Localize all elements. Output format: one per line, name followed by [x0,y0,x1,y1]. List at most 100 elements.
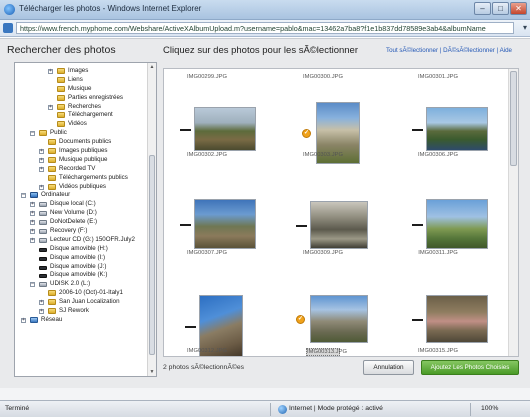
photo-grid-scrollbar[interactable] [508,69,518,356]
tree-item-label: Disque amovible (J:) [50,262,107,270]
tree-item-label: UDISK 2.0 (L:) [50,280,91,288]
tree-item[interactable]: + Images publiques [15,147,147,156]
ie-icon [4,4,15,15]
tree-item[interactable]: Liens [15,76,147,85]
tree-item[interactable]: Documents publics [15,138,147,147]
scroll-thumb[interactable] [149,155,155,355]
maximize-button[interactable]: □ [492,2,509,15]
tree-item[interactable]: + Images [15,67,147,76]
expand-icon[interactable]: + [48,104,53,110]
folder-icon [57,103,65,110]
scroll-thumb[interactable] [510,71,517,166]
tree-item-label: Documents publics [59,138,112,146]
expand-icon[interactable]: + [30,211,35,217]
expand-icon[interactable]: + [39,149,44,155]
unselected-marker-icon [412,129,423,131]
collapse-icon[interactable]: – [21,193,26,199]
tree-item[interactable]: Parties enregistrées [15,94,147,103]
cancel-button[interactable]: Annulation [363,360,414,375]
tree-item[interactable]: + Disque local (C:) [15,200,147,209]
tree-item[interactable]: + DoNotDelete (E:) [15,218,147,227]
blackdrive-icon [39,247,47,252]
collapse-icon[interactable]: – [30,282,35,288]
tree-item[interactable]: Musique [15,85,147,94]
expand-icon[interactable]: + [39,184,44,190]
tree-item[interactable]: Téléchargement [15,111,147,120]
tree-item[interactable]: – Public [15,129,147,138]
folder-icon [48,308,56,315]
tree-item[interactable]: + New Volume (D:) [15,209,147,218]
expand-icon[interactable]: + [39,300,44,306]
tree-item[interactable]: – UDISK 2.0 (L:) [15,280,147,289]
help-link[interactable]: | Aide [497,47,512,54]
tree-item-label: DoNotDelete (E:) [50,218,98,226]
scroll-down-icon[interactable]: ▼ [148,368,156,376]
tree-item[interactable]: Vidéos [15,120,147,129]
deselect-all-link[interactable]: DÃ©sÃ©lectionner [443,47,495,54]
scroll-up-icon[interactable]: ▲ [148,63,156,71]
tree-item[interactable]: 2006-10 (Oct)-01-Italy1 [15,289,147,298]
expand-icon[interactable]: + [39,166,44,172]
photo-thumbnail[interactable] [426,199,488,249]
minimize-button[interactable]: – [474,2,491,15]
status-text: Terminé [5,405,30,412]
folder-icon [57,112,65,119]
unselected-marker-icon [412,319,423,321]
drive-icon [39,229,47,235]
tree-item[interactable]: Téléchargements publics [15,174,147,183]
link-separator: | [439,47,442,54]
tree-item[interactable]: + Réseau [15,316,147,325]
tree-item-label: Images [68,67,89,74]
tree-item[interactable]: + Musique publique [15,156,147,165]
security-zone[interactable]: Internet | Mode protégé : activé [289,405,383,412]
expand-icon[interactable]: + [39,157,44,163]
photo-thumbnail[interactable] [426,295,488,343]
selection-links: Tout sÃ©lectionner | DÃ©sÃ©lectionner | … [386,47,512,54]
close-button[interactable]: ✕ [510,2,527,15]
selected-check-icon[interactable]: ✓ [302,129,311,138]
tree-item[interactable]: + Recherches [15,103,147,112]
folder-tree-scrollbar[interactable]: ▲ ▼ [147,63,156,376]
photo-filename: IMG00309.JPG [303,250,343,256]
expand-icon[interactable]: + [30,237,35,243]
tree-item[interactable]: Disque amovible (I:) [15,254,147,263]
add-selected-photos-button[interactable]: Ajoutez Les Photos Choisies [421,360,519,375]
tree-item-label: Images publiques [59,147,108,155]
select-all-link[interactable]: Tout sÃ©lectionner [386,47,438,54]
tree-item[interactable]: + Vidéos publiques [15,183,147,192]
photo-thumbnail[interactable] [194,107,256,151]
photo-filename: IMG00299.JPG [187,74,227,80]
photo-thumbnail[interactable] [310,295,368,343]
expand-icon[interactable]: + [39,309,44,315]
tree-item[interactable]: + SJ Rework [15,307,147,316]
blackdrive-icon [39,256,47,261]
tree-item[interactable]: Disque amovible (H:) [15,245,147,254]
address-dropdown-icon[interactable]: ▾ [523,23,527,32]
tree-item-label: Téléchargement [68,111,113,119]
tree-item[interactable]: + Recorded TV [15,165,147,174]
collapse-icon[interactable]: – [30,131,35,137]
tree-item[interactable]: – Ordinateur [15,191,147,200]
photo-filename: IMG00303.JPG [303,152,343,158]
folder-tree[interactable]: + Images Liens Musique Parties enregistrées +… [14,62,157,377]
expand-icon[interactable]: + [30,229,35,235]
tree-item[interactable]: + Recovery (F:) [15,227,147,236]
expand-icon[interactable]: + [30,220,35,226]
photo-thumbnail[interactable] [194,199,256,249]
folder-icon [57,76,65,83]
folder-icon [48,290,56,297]
tree-item[interactable]: Disque amovible (J:) [15,263,147,272]
address-field[interactable]: https://www.french.myphome.com/Webshare/… [16,22,514,34]
folder-icon [48,299,56,306]
zoom-level[interactable]: 100% [481,405,498,412]
expand-icon[interactable]: + [30,202,35,208]
expand-icon[interactable]: + [48,69,53,74]
tree-item[interactable]: + Lecteur CD (G:) 150OFR.July2 [15,236,147,245]
selected-check-icon[interactable]: ✓ [296,315,305,324]
tree-item-label: Vidéos [68,120,87,128]
tree-item[interactable]: + San Juan Localization [15,298,147,307]
expand-icon[interactable]: + [21,317,26,323]
photo-thumbnail[interactable] [310,201,368,249]
photo-thumbnail[interactable] [426,107,488,151]
tree-item[interactable]: Disque amovible (K:) [15,271,147,280]
